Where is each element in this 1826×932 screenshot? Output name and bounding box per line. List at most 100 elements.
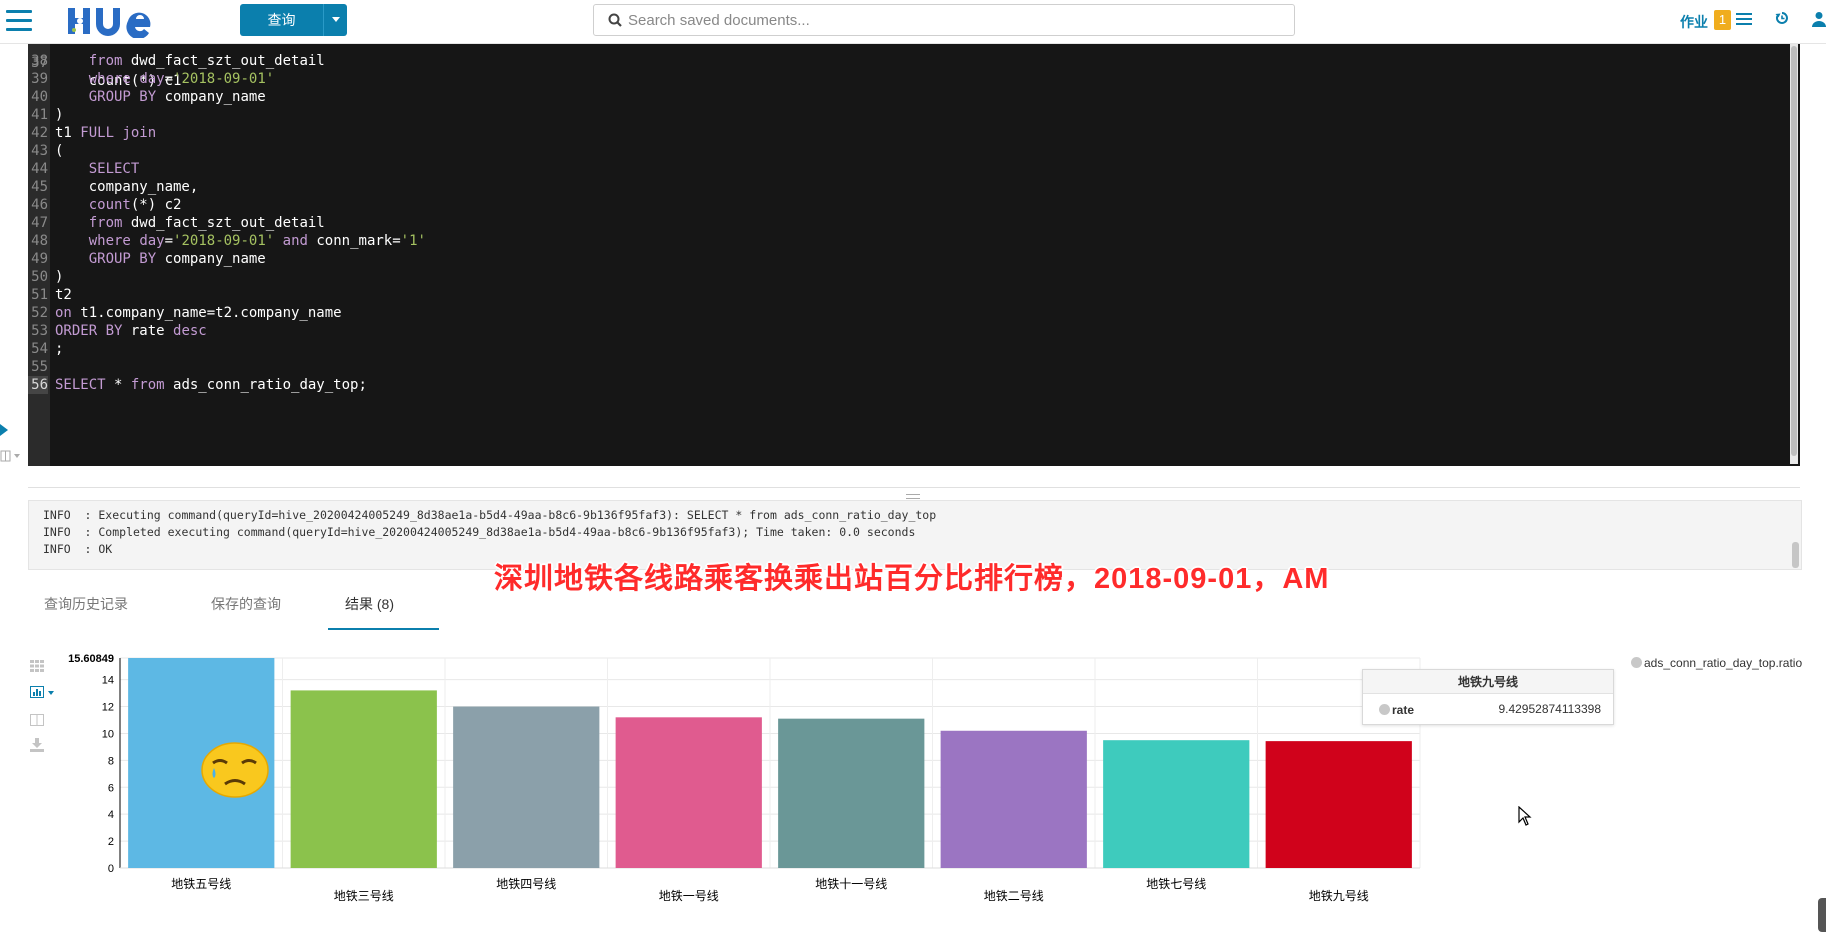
code-text: t2 bbox=[55, 287, 72, 303]
code-text: t1 FULL join bbox=[55, 125, 157, 141]
columns-view-icon[interactable] bbox=[30, 714, 44, 726]
code-line: 55 bbox=[28, 358, 1800, 376]
chart-bar[interactable] bbox=[778, 718, 925, 868]
x-tick-label: 地铁一号线 bbox=[659, 889, 719, 903]
overlay-caption: 深圳地铁各线路乘客换乘出站百分比排行榜，2018-09-01，AM bbox=[494, 563, 1330, 595]
code-text: on t1.company_name=t2.company_name bbox=[55, 305, 342, 321]
hue-editor-app: 查询 作业 1 bbox=[0, 0, 1826, 932]
code-line: 39 where day='2018-09-01' bbox=[28, 70, 1800, 88]
code-line: 45 company_name, bbox=[28, 178, 1800, 196]
code-text: GROUP BY company_name bbox=[88, 251, 266, 267]
line-number: 47 bbox=[31, 215, 48, 231]
code-line: 40 GROUP BY company_name bbox=[28, 88, 1800, 106]
x-tick-label: 地铁九号线 bbox=[1309, 889, 1369, 903]
editor-scrollbar[interactable] bbox=[1790, 44, 1798, 464]
y-tick-label: 4 bbox=[108, 809, 114, 821]
log-line: INFO : OK bbox=[43, 542, 113, 556]
code-text: ORDER BY rate desc bbox=[55, 323, 207, 339]
x-tick-label: 地铁四号线 bbox=[496, 877, 556, 891]
code-line: 42 t1 FULL join bbox=[28, 124, 1800, 142]
bar-chart: 0 2 4 6 8 10 12 14 15.60849 地铁五号线地铁三号线 地铁四号线地铁一号线… bbox=[68, 653, 1421, 903]
line-number: 40 bbox=[31, 89, 48, 105]
code-text: count(*) c2 bbox=[88, 197, 182, 213]
tooltip-series-dot bbox=[1379, 704, 1390, 715]
grid-view-icon[interactable] bbox=[30, 660, 44, 672]
chart-bar[interactable] bbox=[940, 730, 1087, 868]
tab-query-history[interactable]: 查询历史记录 bbox=[44, 592, 128, 628]
code-text: from dwd_fact_szt_out_detail bbox=[88, 53, 325, 69]
log-line: INFO : Executing command(queryId=hive_20… bbox=[43, 508, 937, 522]
code-text: ) bbox=[55, 107, 64, 123]
chart-legend[interactable]: ads_conn_ratio_day_top.ratio bbox=[1631, 656, 1802, 670]
page-scrollbar[interactable] bbox=[1818, 898, 1826, 932]
chart-bar[interactable] bbox=[1265, 741, 1412, 868]
tooltip-value: 9.42952874113398 bbox=[1498, 702, 1601, 716]
y-tick-label: 15.60849 bbox=[68, 653, 114, 665]
line-number: 51 bbox=[31, 287, 48, 303]
line-number: 41 bbox=[31, 107, 48, 123]
code-line: 41) bbox=[28, 106, 1800, 124]
query-dropdown-toggle[interactable] bbox=[323, 4, 347, 36]
code-text: ) bbox=[55, 269, 64, 285]
line-number: 42 bbox=[31, 125, 48, 141]
code-text: SELECT * from ads_conn_ratio_day_top; bbox=[55, 377, 367, 393]
jobs-link[interactable]: 作业 bbox=[1680, 12, 1708, 32]
snippet-type-icon[interactable] bbox=[0, 450, 24, 462]
code-line: 51 t2 bbox=[28, 286, 1800, 304]
menu-hamburger-icon[interactable] bbox=[6, 10, 32, 32]
chart-bar[interactable] bbox=[453, 706, 600, 868]
history-icon[interactable] bbox=[1775, 11, 1789, 25]
code-line: 44 SELECT bbox=[28, 160, 1800, 178]
code-text: ; bbox=[55, 341, 64, 357]
log-scrollbar[interactable] bbox=[1792, 542, 1799, 568]
sad-face-sticker bbox=[201, 742, 269, 798]
search-input[interactable] bbox=[628, 10, 1278, 30]
x-tick-label: 地铁二号线 bbox=[984, 889, 1044, 903]
chart-tooltip: 地铁九号线 rate 9.42952874113398 bbox=[1362, 669, 1614, 725]
chart-bar[interactable] bbox=[290, 690, 437, 868]
code-line: 52 on t1.company_name=t2.company_name bbox=[28, 304, 1800, 322]
jobs-count-badge: 1 bbox=[1714, 10, 1731, 30]
resize-divider bbox=[28, 487, 1800, 488]
result-tabs: 查询历史记录 保存的查询 结果 (8) bbox=[28, 592, 1802, 630]
line-number: 52 bbox=[31, 305, 48, 321]
hue-logo[interactable] bbox=[66, 4, 166, 40]
chart-bar[interactable] bbox=[615, 717, 762, 868]
query-button[interactable]: 查询 bbox=[240, 4, 323, 36]
line-number: 49 bbox=[31, 251, 48, 267]
resize-handle[interactable] bbox=[906, 494, 920, 499]
top-navbar: 查询 作业 1 bbox=[0, 0, 1826, 44]
code-text: where day='2018-09-01' and conn_mark='1' bbox=[88, 233, 426, 249]
code-line: 56 SELECT * from ads_conn_ratio_day_top; bbox=[28, 376, 1800, 394]
line-number: 46 bbox=[31, 197, 48, 213]
chart-view-icon[interactable] bbox=[30, 686, 58, 699]
code-text: GROUP BY company_name bbox=[88, 89, 266, 105]
chart-bar[interactable] bbox=[1103, 740, 1250, 868]
code-text: from dwd_fact_szt_out_detail bbox=[88, 215, 325, 231]
line-number: 55 bbox=[31, 359, 48, 375]
search-box bbox=[593, 4, 1295, 36]
tab-results[interactable]: 结果 (8) bbox=[328, 592, 439, 630]
line-number: 48 bbox=[31, 233, 48, 249]
mouse-cursor-icon bbox=[1518, 806, 1532, 826]
y-tick-label: 10 bbox=[102, 728, 114, 740]
jobs-list-icon[interactable] bbox=[1736, 12, 1752, 26]
user-icon[interactable] bbox=[1812, 11, 1826, 27]
x-tick-label: 地铁七号线 bbox=[1146, 877, 1206, 891]
y-tick-label: 12 bbox=[102, 702, 114, 714]
code-text: ( bbox=[55, 143, 64, 159]
code-text: company_name, bbox=[55, 179, 199, 195]
search-icon bbox=[608, 13, 622, 27]
y-tick-label: 2 bbox=[108, 836, 114, 848]
play-icon[interactable] bbox=[0, 424, 8, 436]
code-line: 53 ORDER BY rate desc bbox=[28, 322, 1800, 340]
download-icon[interactable] bbox=[30, 738, 44, 752]
x-tick-label: 地铁五号线 bbox=[171, 877, 231, 891]
line-number: 54 bbox=[31, 341, 48, 357]
sql-editor[interactable]: 37 count(*) c1 38 from dwd_fact_szt_out_… bbox=[28, 44, 1800, 466]
y-tick-label: 14 bbox=[102, 675, 114, 687]
tab-saved-queries[interactable]: 保存的查询 bbox=[211, 592, 281, 628]
tooltip-title: 地铁九号线 bbox=[1363, 670, 1613, 694]
line-number: 53 bbox=[31, 323, 48, 339]
log-line: INFO : Completed executing command(query… bbox=[43, 525, 916, 539]
